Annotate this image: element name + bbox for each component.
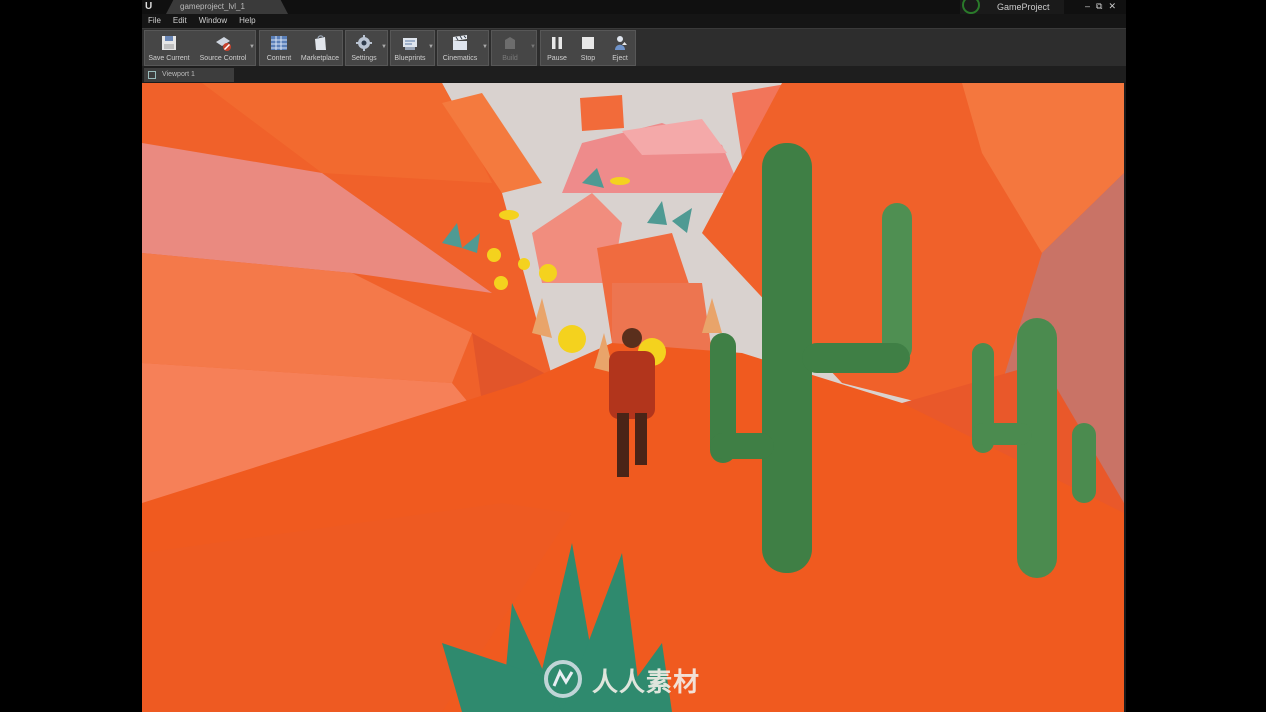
content-label: Content [266,55,292,62]
menu-file[interactable]: File [142,14,167,28]
settings-button[interactable]: Settings [346,31,382,67]
stop-icon [582,37,594,49]
blueprints-dropdown-icon[interactable]: ▼ [428,44,434,50]
toolbar-group-content: Content Marketplace [259,30,343,66]
viewport-grid-icon [148,71,156,79]
marketplace-button[interactable]: Marketplace [298,31,342,67]
watermark-logo-icon [544,660,582,698]
menu-bar: File Edit Window Help [142,14,1126,28]
save-current-button[interactable]: Save Current [145,31,193,67]
clapperboard-icon [453,35,467,50]
source-control-dropdown-icon[interactable]: ▼ [249,44,255,50]
restore-button[interactable]: ⧉ [1096,0,1102,12]
document-tab[interactable]: gameproject_lvl_1 [166,0,288,14]
viewport-tab-row: Viewport 1 [142,66,1126,82]
build-dropdown-icon: ▼ [530,44,536,50]
toolbar-group-save: Save Current Source Control ▼ [144,30,256,66]
source-control-button[interactable]: Source Control [195,31,251,67]
settings-gear-icon [356,35,372,51]
pause-label: Pause [547,55,567,62]
marketplace-label: Marketplace [300,55,340,62]
viewport-tab[interactable]: Viewport 1 [144,68,234,82]
window-controls: – ⧉ ✕ [1085,0,1116,12]
menu-help[interactable]: Help [233,14,261,28]
watermark: 人人素材 [542,658,742,698]
eject-label: Eject [612,55,628,62]
menu-edit[interactable]: Edit [167,14,193,28]
cinematics-dropdown-icon[interactable]: ▼ [482,44,488,50]
project-name: GameProject [997,2,1050,12]
toolbar-group-build: Build ▼ [491,30,537,66]
unreal-logo-icon[interactable]: U [145,1,157,13]
project-ring-icon [962,0,980,14]
menu-window[interactable]: Window [193,14,233,28]
build-button: Build [492,31,528,67]
editor-window: U gameproject_lvl_1 GameProject – ⧉ ✕ Fi… [142,0,1126,712]
viewport-tab-label: Viewport 1 [162,71,195,78]
minimize-button[interactable]: – [1085,0,1090,12]
watermark-text: 人人素材 [592,668,701,698]
cinematics-label: Cinematics [442,55,478,62]
build-blocks-icon [505,37,515,49]
project-badge[interactable]: GameProject [960,0,1064,14]
stop-button[interactable]: Stop [573,31,603,67]
settings-label: Settings [351,55,377,62]
toolbar-group-settings: Settings ▼ [345,30,388,66]
eject-person-icon [615,36,627,50]
save-current-label: Save Current [148,55,190,62]
eject-button[interactable]: Eject [604,31,636,67]
source-control-label: Source Control [199,55,247,62]
close-button[interactable]: ✕ [1108,0,1116,12]
content-grid-icon [271,36,287,50]
save-icon [162,36,176,50]
content-button[interactable]: Content [260,31,298,67]
blueprints-icon [403,38,417,50]
build-label: Build [502,55,518,62]
stop-label: Stop [580,55,596,62]
blueprints-button[interactable]: Blueprints [391,31,429,67]
cinematics-button[interactable]: Cinematics [438,31,482,67]
blueprints-label: Blueprints [394,55,426,62]
toolbar-group-cinematics: Cinematics ▼ [437,30,489,66]
pause-button[interactable]: Pause [541,31,573,67]
title-bar: U gameproject_lvl_1 GameProject – ⧉ ✕ [142,0,1126,14]
pause-icon [552,37,562,49]
source-control-icon [216,37,231,51]
game-viewport[interactable]: 人人素材 [142,83,1124,712]
toolbar: Save Current Source Control ▼ Content Ma… [142,28,1126,67]
marketplace-bag-icon [315,35,326,50]
settings-dropdown-icon[interactable]: ▼ [381,44,387,50]
toolbar-group-play: Pause Stop Eject [540,30,636,66]
desert-scene [142,83,1124,712]
toolbar-group-blueprints: Blueprints ▼ [390,30,435,66]
